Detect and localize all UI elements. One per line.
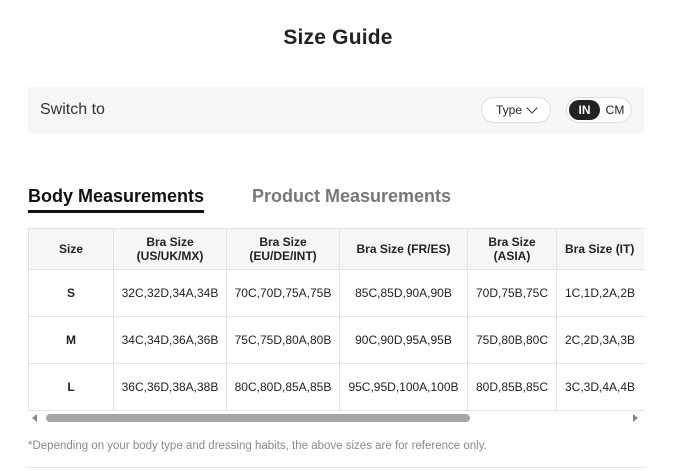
unit-in-option[interactable]: IN (569, 100, 600, 120)
table-row: L 36C,36D,38A,38B 80C,80D,85A,85B 95C,95… (28, 363, 644, 411)
unit-switch-bar: Switch to Type IN CM (28, 87, 644, 134)
column-header: Bra Size (ASIA) (467, 228, 557, 270)
horizontal-scrollbar[interactable] (28, 411, 644, 425)
scroll-left-arrow-icon[interactable] (32, 414, 37, 422)
table-cell: 2C,2D,3A,3B (556, 316, 644, 364)
table-cell: 70D,75B,75C (467, 269, 557, 317)
table-row: M 34C,34D,36A,36B 75C,75D,80A,80B 90C,90… (28, 316, 644, 364)
type-dropdown-label: Type (495, 103, 522, 117)
tab-product-measurements[interactable]: Product Measurements (252, 186, 451, 207)
table-cell: S (28, 269, 114, 317)
table-cell: 36C,36D,38A,38B (113, 363, 227, 411)
table-cell: 80C,80D,85A,85B (226, 363, 340, 411)
column-header: Bra Size (EU/DE/INT) (226, 228, 340, 270)
column-header: Size (28, 228, 114, 270)
type-dropdown[interactable]: Type (481, 97, 551, 123)
scroll-right-arrow-icon[interactable] (633, 414, 638, 422)
table-cell: 75C,75D,80A,80B (226, 316, 340, 364)
table-row: S 32C,32D,34A,34B 70C,70D,75A,75B 85C,85… (28, 269, 644, 317)
column-header: Bra Size (IT) (556, 228, 644, 270)
chevron-down-icon (526, 102, 538, 114)
size-table-container[interactable]: Size Bra Size (US/UK/MX) Bra Size (EU/DE/I… (28, 228, 644, 411)
unit-toggle[interactable]: IN CM (566, 97, 632, 123)
column-header: Bra Size (US/UK/MX) (113, 228, 227, 270)
column-header: Bra Size (FR/ES) (339, 228, 468, 270)
table-cell: 70C,70D,75A,75B (226, 269, 340, 317)
table-cell: M (28, 316, 114, 364)
table-cell: 34C,34D,36A,36B (113, 316, 227, 364)
reference-note: *Depending on your body type and dressin… (28, 440, 487, 452)
table-cell: 32C,32D,34A,34B (113, 269, 227, 317)
page-title: Size Guide (283, 26, 393, 49)
table-cell: L (28, 363, 114, 411)
table-cell: 3C,3D,4A,4B (556, 363, 644, 411)
table-cell: 90C,90D,95A,95B (339, 316, 468, 364)
table-cell: 85C,85D,90A,90B (339, 269, 468, 317)
table-cell: 1C,1D,2A,2B (556, 269, 644, 317)
table-cell: 80D,85B,85C (467, 363, 557, 411)
switch-label: Switch to (40, 101, 105, 118)
table-cell: 95C,95D,100A,100B (339, 363, 468, 411)
size-table: Size Bra Size (US/UK/MX) Bra Size (EU/DE/I… (28, 228, 644, 411)
scrollbar-thumb[interactable] (46, 414, 470, 422)
tab-body-measurements[interactable]: Body Measurements (28, 186, 205, 213)
unit-cm-option[interactable]: CM (601, 100, 629, 120)
table-header-row: Size Bra Size (US/UK/MX) Bra Size (EU/DE/I… (28, 228, 644, 270)
divider (28, 467, 644, 468)
table-cell: 75D,80B,80C (467, 316, 557, 364)
